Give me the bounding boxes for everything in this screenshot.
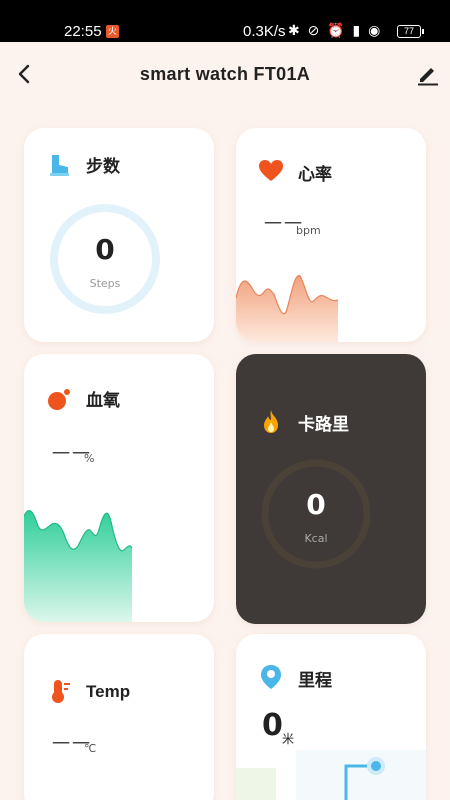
calories-card[interactable]: 卡路里 0 Kcal xyxy=(236,354,426,624)
oxygen-icon xyxy=(48,389,70,410)
blood-oxygen-card[interactable]: 血氧 一一 % xyxy=(24,354,214,622)
blood-oxygen-title: 血氧 xyxy=(86,391,120,411)
shoe-icon xyxy=(50,155,69,176)
steps-card[interactable]: 步数 0 Steps xyxy=(24,128,214,342)
blood-oxygen-unit: % xyxy=(84,452,95,465)
status-icons: ✱ ⊘ ⏰ ▮ ◉ xyxy=(288,22,383,38)
steps-unit: Steps xyxy=(89,277,121,290)
temperature-unit: ℃ xyxy=(84,742,97,755)
location-pin-icon xyxy=(261,665,281,689)
calories-value: 0 xyxy=(306,488,326,521)
battery-icon: 77 xyxy=(397,25,424,38)
distance-title: 里程 xyxy=(298,671,332,691)
status-bar: 22:55 火 0.3K/s ✱ ⊘ ⏰ ▮ ◉ 77 xyxy=(0,0,450,42)
thermometer-icon xyxy=(52,680,70,703)
steps-ring: 0 Steps xyxy=(49,203,161,315)
temperature-card[interactable]: Temp 一一 ℃ xyxy=(24,634,214,800)
blood-oxygen-wave xyxy=(24,510,132,622)
status-network-speed: 0.3K/s xyxy=(243,23,286,40)
heart-rate-title: 心率 xyxy=(298,165,332,185)
calories-title: 卡路里 xyxy=(298,415,349,435)
temperature-title: Temp xyxy=(86,682,131,701)
distance-map-route xyxy=(236,750,426,800)
heart-icon xyxy=(259,160,283,181)
page-title: smart watch FT01A xyxy=(139,64,311,84)
steps-value: 0 xyxy=(95,233,115,266)
distance-unit: 米 xyxy=(282,732,295,746)
calories-unit: Kcal xyxy=(304,532,328,545)
steps-title: 步数 xyxy=(86,157,120,177)
calories-ring: 0 Kcal xyxy=(260,458,372,570)
pencil-icon[interactable] xyxy=(416,62,440,86)
app-header: smart watch FT01A xyxy=(0,42,450,112)
heart-rate-wave xyxy=(236,275,338,342)
distance-value: 0 xyxy=(262,708,283,743)
status-notification-badge: 火 xyxy=(106,25,119,38)
heart-rate-unit: bpm xyxy=(296,224,321,237)
status-time: 22:55 xyxy=(64,23,102,40)
distance-card[interactable]: 里程 0 米 xyxy=(236,634,426,800)
flame-icon xyxy=(264,410,278,433)
heart-rate-card[interactable]: 心率 一一 bpm xyxy=(236,128,426,342)
